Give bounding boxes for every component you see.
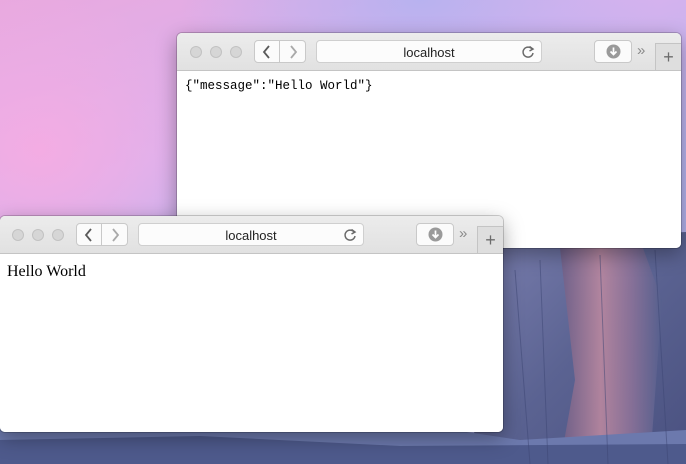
minimize-window-button[interactable]: [210, 46, 222, 58]
close-window-button[interactable]: [190, 46, 202, 58]
browser-toolbar: localhost » +: [177, 33, 681, 71]
forward-button[interactable]: [102, 223, 128, 246]
page-body-text: Hello World: [7, 263, 86, 280]
page-content: Hello World: [0, 254, 503, 432]
zoom-window-button[interactable]: [52, 229, 64, 241]
chevron-right-icon: [111, 227, 119, 242]
address-text: localhost: [225, 228, 277, 243]
minimize-window-button[interactable]: [32, 229, 44, 241]
zoom-window-button[interactable]: [230, 46, 242, 58]
new-tab-button[interactable]: +: [477, 226, 503, 253]
navigation-buttons: [254, 40, 306, 63]
download-icon: [606, 44, 620, 59]
json-response-text: {"message":"Hello World"}: [185, 79, 373, 93]
plus-icon: +: [485, 229, 496, 250]
browser-window-html[interactable]: localhost » + Hello World: [0, 216, 503, 432]
address-bar[interactable]: localhost: [316, 40, 542, 63]
close-window-button[interactable]: [12, 229, 24, 241]
more-toolbar-items-button[interactable]: »: [459, 225, 468, 242]
downloads-button[interactable]: [416, 223, 454, 246]
forward-button[interactable]: [280, 40, 306, 63]
back-button[interactable]: [254, 40, 280, 63]
reload-icon[interactable]: [343, 228, 357, 242]
chevron-left-icon: [262, 44, 270, 59]
browser-toolbar: localhost » +: [0, 216, 503, 254]
back-button[interactable]: [76, 223, 102, 246]
address-text: localhost: [403, 45, 455, 60]
more-toolbar-items-button[interactable]: »: [637, 42, 646, 59]
chevron-left-icon: [84, 227, 92, 242]
chevron-right-icon: [289, 44, 297, 59]
plus-icon: +: [663, 46, 674, 67]
new-tab-button[interactable]: +: [655, 43, 681, 70]
reload-icon[interactable]: [521, 45, 535, 59]
download-icon: [428, 227, 442, 242]
address-bar[interactable]: localhost: [138, 223, 364, 246]
navigation-buttons: [76, 223, 128, 246]
downloads-button[interactable]: [594, 40, 632, 63]
